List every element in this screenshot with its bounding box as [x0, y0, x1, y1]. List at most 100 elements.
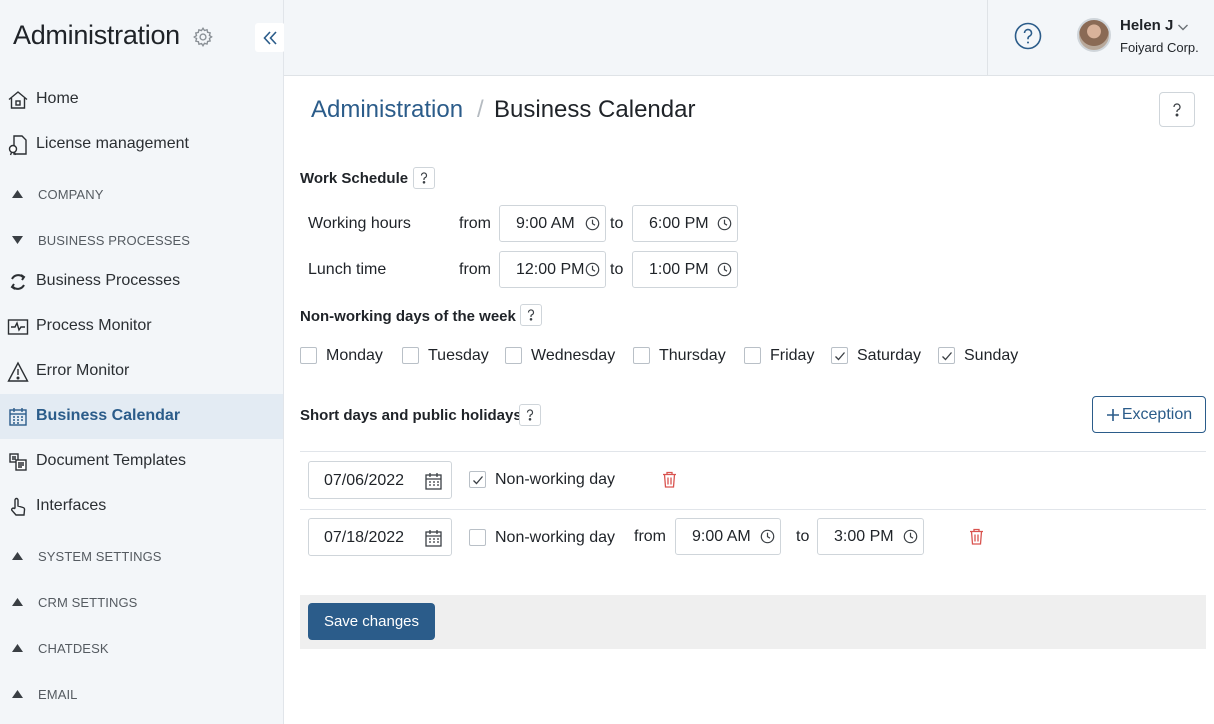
sidebar-section-business-processes[interactable]: BUSINESS PROCESSES [0, 225, 283, 255]
time-value: 9:00 AM [516, 215, 575, 232]
sidebar-title: Administration [13, 20, 180, 50]
breadcrumb-parent-link[interactable]: Administration [311, 96, 463, 124]
sidebar-item-label: License management [36, 135, 189, 152]
non-working-day-label: Non-working day [495, 529, 616, 546]
weekday-label: Tuesday [428, 347, 489, 364]
working-hours-label: Working hours [308, 215, 411, 232]
weekday-checkbox-tuesday[interactable] [402, 347, 419, 364]
sidebar-item-error-monitor[interactable]: Error Monitor [0, 349, 283, 394]
work-schedule-help-button[interactable] [413, 167, 435, 189]
sidebar-item-interfaces[interactable]: Interfaces [0, 484, 283, 529]
trash-icon[interactable] [662, 471, 677, 488]
pointer-hand-icon [11, 497, 26, 516]
clock-icon[interactable] [760, 529, 775, 544]
add-exception-button[interactable]: Exception [1092, 396, 1206, 433]
non-working-day-label: Non-working day [495, 471, 616, 488]
question-icon [420, 172, 428, 184]
sidebar-section-label: COMPANY [38, 187, 104, 202]
weekday-checkbox-friday[interactable] [744, 347, 761, 364]
sidebar-item-business-processes[interactable]: Business Processes [0, 259, 283, 304]
monitor-icon [7, 319, 29, 335]
weekday-checkbox-monday[interactable] [300, 347, 317, 364]
lunch-time-to-input[interactable]: 1:00 PM [632, 251, 738, 288]
clock-icon[interactable] [585, 216, 600, 231]
calendar-icon[interactable] [425, 529, 442, 547]
lunch-time-label: Lunch time [308, 261, 387, 278]
short-day-to-input[interactable]: 3:00 PM [817, 518, 924, 555]
trash-icon[interactable] [969, 528, 984, 545]
calendar-icon [9, 408, 27, 426]
time-value: 9:00 AM [692, 528, 751, 545]
weekday-checkbox-wednesday[interactable] [505, 347, 522, 364]
divider [300, 451, 1206, 452]
check-icon [835, 352, 845, 361]
caret-up-icon [12, 598, 23, 606]
non-working-days-title: Non-working days of the week [300, 308, 516, 325]
from-label: from [459, 261, 491, 278]
page-title: Business Calendar [494, 96, 696, 123]
sidebar-item-business-calendar[interactable]: Business Calendar [0, 394, 283, 439]
plus-icon [1106, 408, 1119, 421]
weekday-label: Wednesday [531, 347, 616, 364]
clock-icon[interactable] [585, 262, 600, 277]
license-icon [8, 135, 27, 156]
chevron-down-icon[interactable] [1177, 22, 1189, 32]
non-working-days-help-button[interactable] [520, 304, 542, 326]
weekday-label: Monday [326, 347, 383, 364]
calendar-icon[interactable] [425, 472, 442, 490]
weekday-label: Friday [770, 347, 815, 364]
sidebar-item-document-templates[interactable]: Document Templates [0, 439, 283, 484]
clock-icon[interactable] [903, 529, 918, 544]
caret-up-icon [12, 552, 23, 560]
document-template-icon [9, 453, 27, 471]
caret-up-icon [12, 190, 23, 198]
caret-up-icon [12, 690, 23, 698]
sidebar: Administration Home License management C… [0, 0, 285, 724]
weekday-checkbox-thursday[interactable] [633, 347, 650, 364]
sidebar-item-label: Error Monitor [36, 362, 130, 379]
sidebar-section-system-settings[interactable]: SYSTEM SETTINGS [0, 541, 283, 571]
working-hours-from-input[interactable]: 9:00 AM [499, 205, 606, 242]
working-hours-to-input[interactable]: 6:00 PM [632, 205, 738, 242]
sidebar-section-label: CRM SETTINGS [38, 595, 138, 610]
holiday-date-input[interactable]: 07/06/2022 [308, 461, 452, 499]
sidebar-section-email[interactable]: EMAIL [0, 679, 283, 709]
short-day-from-input[interactable]: 9:00 AM [675, 518, 781, 555]
sidebar-item-label: Home [36, 90, 79, 107]
sidebar-section-crm-settings[interactable]: CRM SETTINGS [0, 587, 283, 617]
home-icon [8, 91, 28, 109]
sidebar-item-process-monitor[interactable]: Process Monitor [0, 304, 283, 349]
clock-icon[interactable] [717, 262, 732, 277]
page-help-button[interactable] [1159, 92, 1195, 127]
non-working-day-checkbox[interactable] [469, 529, 486, 546]
divider [987, 0, 988, 75]
process-cycle-icon [10, 274, 26, 290]
holidays-title: Short days and public holidays [300, 407, 522, 424]
sidebar-section-company[interactable]: COMPANY [0, 179, 283, 209]
collapse-sidebar-button[interactable] [255, 23, 285, 52]
weekday-label: Thursday [659, 347, 726, 364]
sidebar-item-label: Interfaces [36, 497, 107, 514]
help-icon[interactable] [1014, 22, 1042, 50]
holidays-help-button[interactable] [519, 404, 541, 426]
check-icon [942, 352, 952, 361]
from-label: from [459, 215, 491, 232]
non-working-day-checkbox[interactable] [469, 471, 486, 488]
weekday-label: Saturday [857, 347, 922, 364]
holiday-date-input[interactable]: 07/18/2022 [308, 518, 452, 556]
to-label: to [796, 528, 810, 545]
sidebar-item-license-management[interactable]: License management [0, 122, 283, 167]
avatar[interactable] [1077, 18, 1111, 52]
lunch-time-from-input[interactable]: 12:00 PM [499, 251, 606, 288]
clock-icon[interactable] [717, 216, 732, 231]
sidebar-item-home[interactable]: Home [0, 77, 283, 122]
weekday-checkbox-saturday[interactable] [831, 347, 848, 364]
sidebar-section-chatdesk[interactable]: CHATDESK [0, 633, 283, 663]
weekday-checkbox-sunday[interactable] [938, 347, 955, 364]
gear-icon[interactable] [192, 26, 214, 48]
sidebar-item-label: Business Processes [36, 272, 181, 289]
user-name[interactable]: Helen J [1120, 17, 1173, 34]
time-value: 12:00 PM [516, 261, 585, 278]
question-icon [527, 309, 535, 321]
save-changes-button[interactable]: Save changes [308, 603, 435, 640]
